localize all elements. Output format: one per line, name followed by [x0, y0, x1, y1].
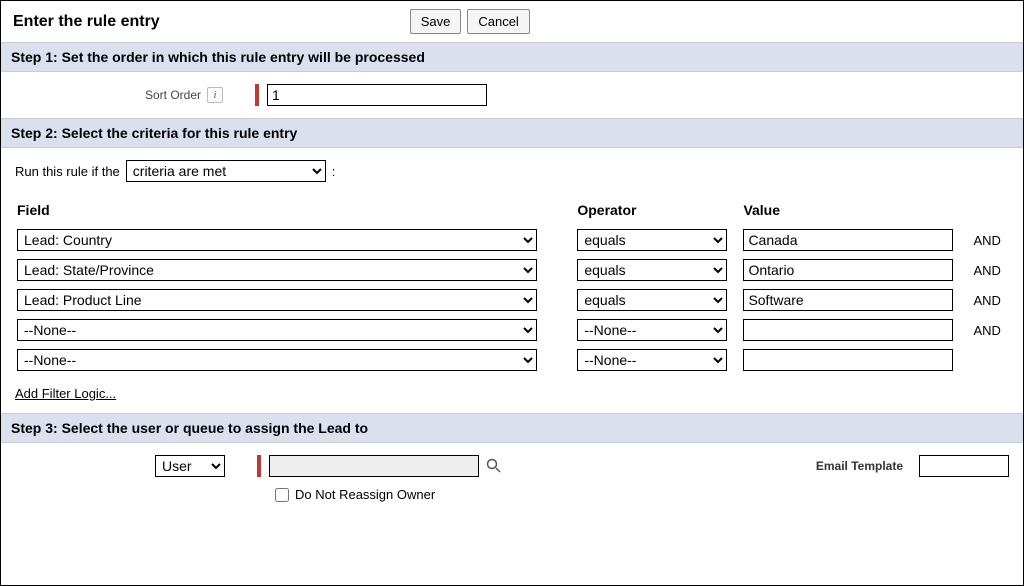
criteria-mode-select[interactable]: criteria are met [126, 160, 326, 182]
criteria-row: Lead: Product Line equals AND [17, 286, 1007, 314]
field-select[interactable]: Lead: State/Province [17, 259, 537, 281]
field-select[interactable]: Lead: Product Line [17, 289, 537, 311]
email-template-label: Email Template [816, 459, 903, 473]
sort-order-row: Sort Order i [15, 84, 1009, 106]
step3-header: Step 3: Select the user or queue to assi… [1, 413, 1023, 443]
reassign-row: Do Not Reassign Owner [15, 487, 1009, 502]
assign-type-select[interactable]: User [155, 455, 225, 477]
sort-order-input[interactable] [267, 84, 487, 106]
header-buttons: Save Cancel [410, 9, 530, 34]
add-filter-logic-link[interactable]: Add Filter Logic... [15, 386, 116, 401]
value-input[interactable] [743, 349, 953, 371]
assign-row: User Email Template [15, 455, 1009, 477]
value-input[interactable] [743, 289, 953, 311]
required-indicator [255, 84, 259, 106]
step1-header: Step 1: Set the order in which this rule… [1, 42, 1023, 72]
rule-entry-form: Enter the rule entry Save Cancel Step 1:… [0, 0, 1024, 586]
run-if-suffix: : [332, 164, 336, 179]
form-header: Enter the rule entry Save Cancel [1, 1, 1023, 42]
col-operator: Operator [577, 198, 741, 224]
operator-select[interactable]: --None-- [577, 349, 727, 371]
step1-body: Sort Order i [1, 72, 1023, 118]
and-label [973, 346, 1007, 374]
and-label: AND [973, 286, 1007, 314]
criteria-row: Lead: Country equals AND [17, 226, 1007, 254]
run-if-prefix: Run this rule if the [15, 164, 120, 179]
and-label: AND [973, 256, 1007, 284]
page-title: Enter the rule entry [13, 13, 160, 31]
criteria-row: --None-- --None-- AND [17, 316, 1007, 344]
required-indicator [257, 455, 261, 477]
do-not-reassign-checkbox[interactable] [275, 488, 289, 502]
field-select[interactable]: --None-- [17, 319, 537, 341]
step2-header: Step 2: Select the criteria for this rul… [1, 118, 1023, 148]
and-label: AND [973, 316, 1007, 344]
email-template-input[interactable] [919, 455, 1009, 477]
lookup-icon[interactable] [485, 457, 503, 475]
do-not-reassign-label: Do Not Reassign Owner [295, 487, 435, 502]
value-input[interactable] [743, 229, 953, 251]
operator-select[interactable]: equals [577, 259, 727, 281]
run-rule-row: Run this rule if the criteria are met : [15, 160, 1009, 182]
field-select[interactable]: --None-- [17, 349, 537, 371]
criteria-row: Lead: State/Province equals AND [17, 256, 1007, 284]
field-select[interactable]: Lead: Country [17, 229, 537, 251]
info-icon[interactable]: i [207, 87, 223, 103]
cancel-button[interactable]: Cancel [467, 9, 529, 34]
col-field: Field [17, 198, 575, 224]
operator-select[interactable]: equals [577, 289, 727, 311]
operator-select[interactable]: --None-- [577, 319, 727, 341]
assign-user-input[interactable] [269, 455, 479, 477]
operator-select[interactable]: equals [577, 229, 727, 251]
step3-body: User Email Template Do Not Reassign Owne… [1, 443, 1023, 514]
and-label: AND [973, 226, 1007, 254]
col-value: Value [743, 198, 971, 224]
criteria-row: --None-- --None-- [17, 346, 1007, 374]
value-input[interactable] [743, 259, 953, 281]
save-button[interactable]: Save [410, 9, 462, 34]
criteria-table: Field Operator Value Lead: Country equal… [15, 196, 1009, 376]
step2-body: Run this rule if the criteria are met : … [1, 148, 1023, 413]
sort-order-label: Sort Order [145, 88, 201, 102]
value-input[interactable] [743, 319, 953, 341]
